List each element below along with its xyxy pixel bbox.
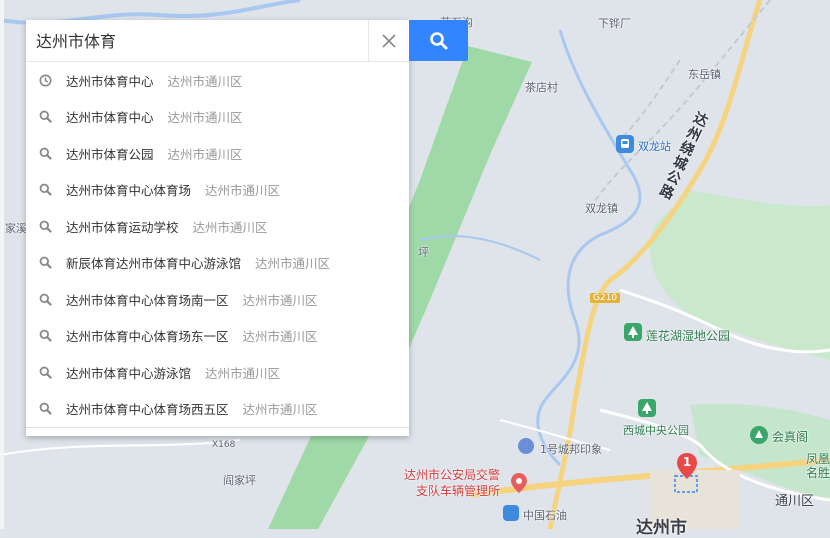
suggestion-item[interactable]: 达州市体育公园 达州市通川区 (26, 135, 409, 172)
label-huizhenge: 会真阁 (772, 430, 809, 444)
label-yihaocheng: 1号城邦印象 (540, 443, 602, 456)
search-icon (38, 110, 52, 124)
suggestion-name: 达州市体育中心游泳馆 (66, 365, 192, 381)
suggestion-footer (26, 427, 409, 436)
suggestion-district: 达州市通川区 (167, 73, 243, 89)
search-icon (38, 292, 52, 306)
suggestion-item[interactable]: 达州市体育中心体育场南一区 达州市通川区 (26, 281, 409, 318)
label-lianhuahu: 莲花湖湿地公园 (646, 329, 731, 343)
search-panel: 达州市体育中心达州市通川区达州市体育中心达州市通川区达州市体育公园达州市通川区达… (26, 20, 409, 436)
search-input[interactable] (36, 28, 356, 52)
suggestion-district: 达州市通川区 (242, 402, 318, 418)
suggestion-item[interactable]: 达州市体育中心 达州市通川区 (26, 62, 409, 99)
search-box (26, 20, 409, 62)
clear-button[interactable] (368, 20, 409, 61)
location-pin-icon (510, 472, 528, 494)
suggestion-item[interactable]: 新辰体育达州市体育中心游泳馆 达州市通川区 (26, 245, 409, 282)
suggestion-district: 达州市通川区 (205, 365, 281, 381)
label-shuanglongzhan: 双龙站 (638, 140, 671, 153)
suggestion-list: 达州市体育中心 达州市通川区 达州市体育中心 达州市通川区 达州市体育公园 达州市通川区达… (26, 62, 409, 427)
scenic-icon (750, 426, 768, 444)
gas-station-icon (503, 505, 519, 521)
suggestion-item[interactable]: 达州市体育中心游泳馆 达州市通川区 (26, 354, 409, 391)
label-jiajiaba: 家溪 (5, 222, 27, 235)
suggestion-district: 达州市通川区 (242, 329, 318, 345)
suggestion-item[interactable]: 达州市体育运动学校 达州市通川区 (26, 208, 409, 245)
label-dazhoushi: 达州市 (636, 518, 687, 538)
suggestion-district: 达州市通川区 (167, 110, 243, 126)
search-button[interactable] (409, 20, 468, 61)
search-icon (38, 365, 52, 379)
label-chadiancun: 茶店村 (525, 81, 558, 94)
label-sinopec: 中国石油 (523, 509, 567, 522)
suggestion-district: 达州市通川区 (242, 292, 318, 308)
search-icon (38, 329, 52, 343)
search-icon (429, 31, 447, 49)
search-icon (38, 146, 52, 160)
label-xicheng-park: 西城中央公园 (623, 424, 689, 437)
suggestion-name: 达州市体育中心体育场东一区 (66, 329, 229, 345)
suggestion-district: 达州市通川区 (205, 183, 281, 199)
label-ping: 坪 (418, 246, 429, 259)
search-icon (38, 183, 52, 197)
suggestion-item[interactable]: 达州市体育中心体育场西五区 达州市通川区 (26, 391, 409, 428)
park-icon (624, 323, 642, 341)
label-dongyuezhen: 东岳镇 (688, 68, 721, 81)
label-police: 达州市公安局交警 支队车辆管理所 (404, 468, 501, 498)
label-shuanglongzhen: 双龙镇 (585, 202, 618, 215)
search-icon (38, 402, 52, 416)
suggestion-name: 达州市体育中心体育场南一区 (66, 292, 229, 308)
park-icon-2 (638, 399, 656, 417)
suggestion-district: 达州市通川区 (167, 146, 243, 162)
label-tongchuan: 通川区 (775, 494, 815, 509)
suggestion-name: 达州市体育中心体育场西五区 (66, 402, 229, 418)
search-icon (38, 256, 52, 270)
left-edge (0, 0, 4, 529)
result-marker[interactable]: 1 (676, 452, 698, 480)
suggestion-item[interactable]: 达州市体育中心 达州市通川区 (26, 99, 409, 136)
suggestion-name: 达州市体育中心 (66, 73, 154, 89)
suggestion-name: 新辰体育达州市体育中心游泳馆 (66, 256, 242, 272)
suggestion-item[interactable]: 达州市体育中心体育场 达州市通川区 (26, 172, 409, 209)
history-icon (38, 73, 52, 87)
label-x168: X168 (212, 440, 236, 450)
suggestion-name: 达州市体育中心体育场 (66, 183, 192, 199)
suggestion-name: 达州市体育公园 (66, 146, 154, 162)
train-station-icon (616, 135, 634, 153)
marker-number: 1 (682, 455, 692, 469)
label-fenghuang: 凤凰 名胜 (806, 452, 830, 480)
residential-icon (518, 438, 534, 454)
label-xiahuachang: 下铧厂 (598, 17, 631, 30)
search-icon (38, 219, 52, 233)
close-icon (382, 33, 396, 48)
suggestion-name: 达州市体育运动学校 (66, 219, 179, 235)
label-yanjiaping: 阎家坪 (223, 474, 256, 487)
road-sign-g210: G210 (590, 293, 621, 303)
suggestion-item[interactable]: 达州市体育中心体育场东一区 达州市通川区 (26, 318, 409, 355)
suggestion-district: 达州市通川区 (192, 219, 268, 235)
suggestion-name: 达州市体育中心 (66, 110, 154, 126)
suggestion-district: 达州市通川区 (255, 256, 331, 272)
